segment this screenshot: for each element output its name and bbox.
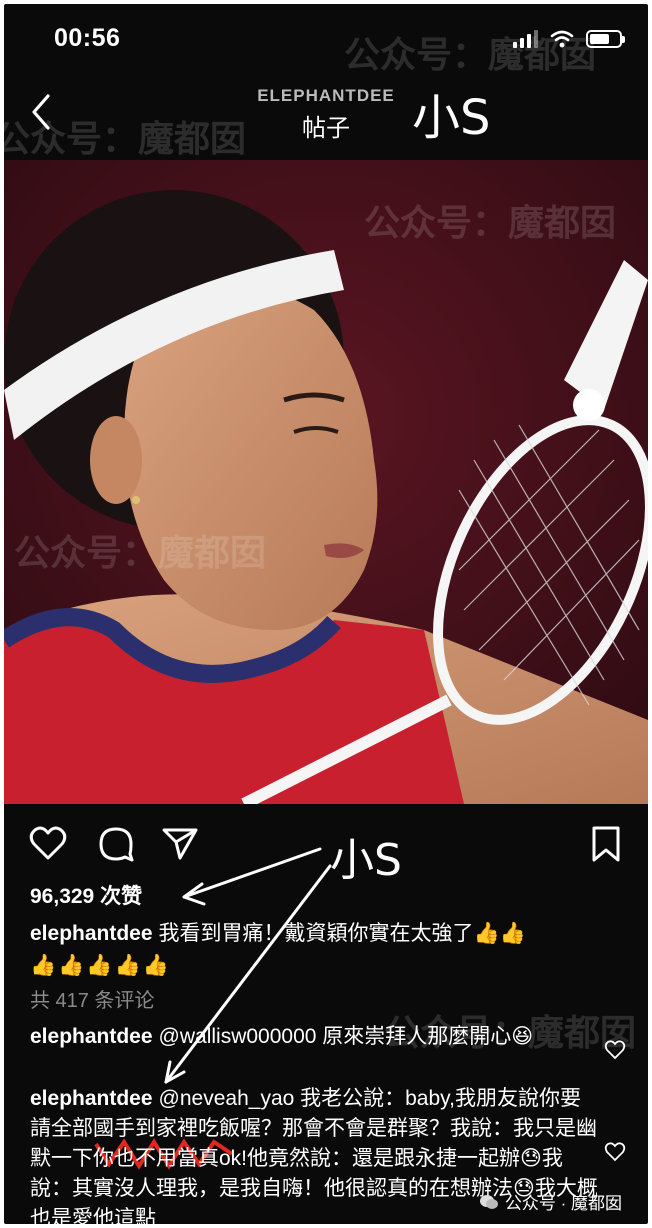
comment-like-heart-icon[interactable]: [604, 1040, 626, 1060]
comment-username[interactable]: elephantdee: [30, 1087, 153, 1110]
nav-subtitle: 帖子: [302, 115, 350, 142]
wifi-icon: [550, 30, 574, 48]
comment-item: elephantdee @wallisw000000 原來崇拜人那麼開心😆: [30, 1022, 600, 1052]
status-time: 00:56: [54, 24, 121, 52]
comment-text: @wallisw000000 原來崇拜人那麼開心😆: [158, 1025, 534, 1048]
comment-username[interactable]: elephantdee: [30, 1025, 153, 1048]
comment-bubble-icon[interactable]: [96, 824, 136, 864]
wechat-icon: [479, 1194, 498, 1209]
caption-emoji: 👍👍👍👍👍: [30, 954, 171, 977]
caption-text: 我看到胃痛！戴資穎你實在太強了👍👍: [158, 922, 526, 945]
share-send-icon[interactable]: [160, 824, 200, 864]
footer-watermark-text: 公众号 · 魔都囡: [504, 1194, 622, 1213]
nav-username[interactable]: ELEPHANTDEE: [4, 86, 648, 106]
signal-icon: [513, 30, 538, 48]
phone-screen: 00:56 ELEPHANTDEE 帖子 小S 小S 96,329 次赞 ele…: [4, 4, 648, 1224]
view-all-comments[interactable]: 共 417 条评论: [30, 984, 154, 1013]
battery-icon: [586, 30, 625, 48]
post-action-bar: [4, 812, 648, 872]
post-photo[interactable]: [4, 160, 648, 804]
caption-username[interactable]: elephantdee: [30, 922, 153, 945]
top-navigation: ELEPHANTDEE 帖子 小S: [4, 74, 648, 160]
status-bar: 00:56: [4, 4, 648, 74]
annotation-arrowhead-likes: [182, 882, 206, 906]
photo-illustration: [4, 160, 648, 804]
like-heart-icon[interactable]: [28, 824, 68, 864]
system-icons: [513, 30, 625, 48]
post-caption: elephantdee 我看到胃痛！戴資穎你實在太強了👍👍 👍👍👍👍👍: [30, 918, 630, 982]
comment-like-heart-icon[interactable]: [604, 1142, 626, 1162]
likes-count[interactable]: 96,329 次赞: [30, 880, 142, 910]
annotation-arrowhead-comment: [164, 1060, 186, 1084]
footer-watermark: 公众号 · 魔都囡: [479, 1189, 622, 1214]
annotation-label-top: 小S: [412, 90, 491, 146]
annotation-label-mid: 小S: [330, 835, 402, 886]
nav-title: ELEPHANTDEE 帖子: [4, 86, 648, 143]
bookmark-icon[interactable]: [586, 824, 626, 864]
